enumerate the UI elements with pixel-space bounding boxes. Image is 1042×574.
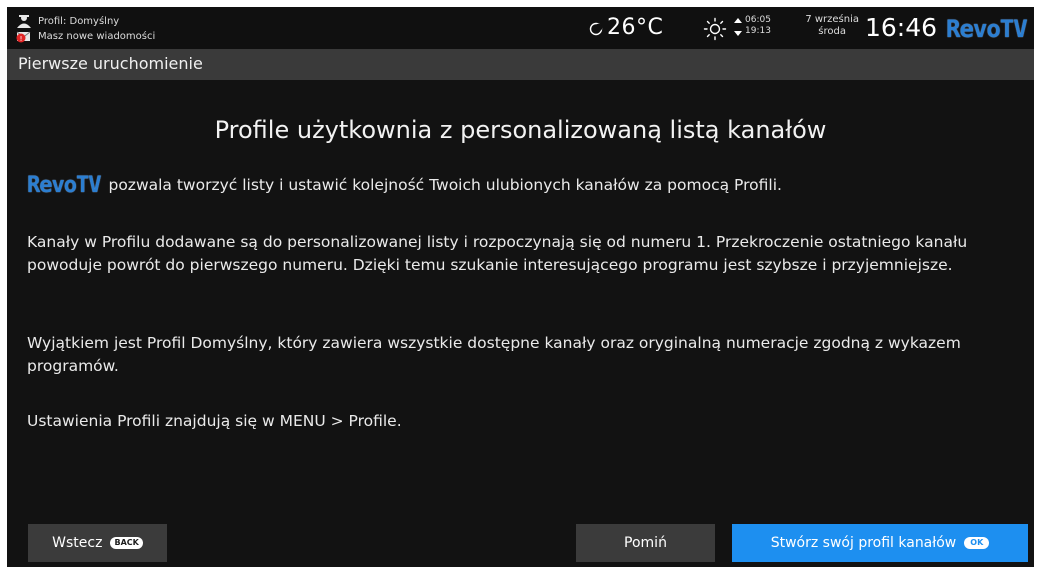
back-button-label: Wstecz [52, 535, 103, 551]
back-key-badge: BACK [110, 537, 143, 549]
intro-text: pozwala tworzyć listy i ustawić kolejnoś… [108, 176, 782, 194]
create-profile-button-label: Stwórz swój profil kanałów [770, 535, 957, 551]
moon-icon [589, 21, 603, 40]
svg-text:!: ! [20, 35, 23, 43]
skip-button-label: Pomiń [624, 535, 667, 551]
messages-notice: Masz nowe wiadomości [38, 31, 156, 42]
content-heading: Profile użytkownia z personalizowaną lis… [214, 116, 827, 144]
brand-logo: RevoTV [946, 15, 1028, 43]
ok-key-badge: OK [964, 537, 990, 549]
date-weekday: środa [818, 26, 846, 37]
clock: 16:46 [865, 13, 938, 42]
new-message-icon: ! [16, 28, 34, 47]
date-day-month: 7 września [805, 14, 859, 25]
intro-paragraph: RevoTV pozwala tworzyć listy i ustawić ko… [27, 174, 1017, 198]
info-paragraph-1: Kanały w Profilu dodawane są do personal… [27, 233, 968, 274]
sunset-time: 19:13 [745, 26, 771, 36]
sun-icon [703, 17, 727, 45]
skip-button[interactable]: Pomiń [576, 524, 715, 562]
tv-screen: ! Profil: Domyślny Masz nowe wiadomości … [7, 7, 1034, 567]
info-paragraph-3: Ustawienia Profili znajdują się w MENU >… [27, 412, 402, 430]
title-bar: Pierwsze uruchomienie [7, 49, 1034, 80]
temperature: 26°C [607, 15, 664, 40]
profile-name: Profil: Domyślny [38, 16, 120, 27]
sunrise-time: 06:05 [745, 15, 771, 25]
back-button[interactable]: Wstecz BACK [28, 524, 167, 562]
status-bar: ! Profil: Domyślny Masz nowe wiadomości … [7, 7, 1034, 49]
create-profile-button[interactable]: Stwórz swój profil kanałów OK [732, 524, 1028, 562]
brand-logo-inline: RevoTV [27, 173, 101, 198]
info-paragraph-2: Wyjątkiem jest Profil Domyślny, który za… [27, 334, 961, 375]
page-title: Pierwsze uruchomienie [18, 54, 203, 73]
sunrise-sunset-arrows-icon [733, 15, 743, 43]
